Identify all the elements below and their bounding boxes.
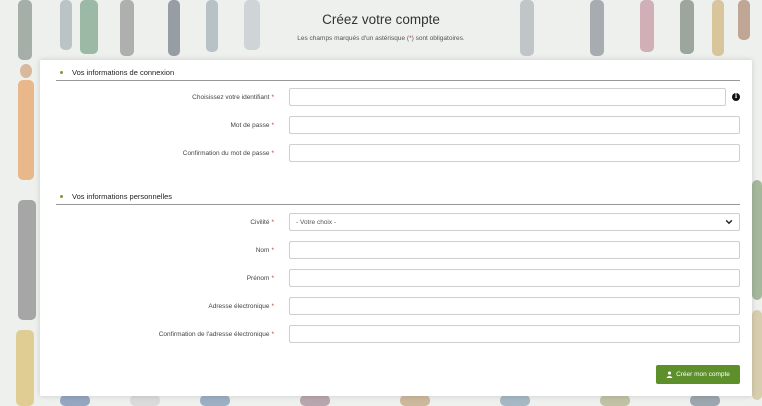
email-label: Adresse électronique * [208,303,274,310]
info-icon[interactable]: i [732,93,740,101]
last-name-label: Nom * [255,247,274,254]
row-civility: Civilité * - Votre choix - [40,213,752,233]
chevron-down-icon [725,219,733,225]
password-confirm-label: Confirmation du mot de passe * [182,150,274,157]
section-personal-info: Vos informations personnelles [56,190,740,205]
first-name-input[interactable] [289,269,740,287]
section-bullet [60,195,63,198]
civility-select[interactable]: - Votre choix - [289,213,740,231]
row-password-confirm: Confirmation du mot de passe * [40,144,752,164]
civility-selected-value: - Votre choix - [296,219,337,226]
email-input[interactable] [289,297,740,315]
username-input[interactable] [289,88,726,106]
username-label: Choisissez votre identifiant * [192,94,274,101]
row-username: Choisissez votre identifiant * i [40,88,752,108]
row-last-name: Nom * [40,241,752,261]
email-confirm-label: Confirmation de l'adresse électronique * [158,331,274,338]
password-confirm-input[interactable] [289,144,740,162]
last-name-input[interactable] [289,241,740,259]
section-title: Vos informations personnelles [72,192,173,201]
create-account-label: Créer mon compte [676,371,730,378]
row-email: Adresse électronique * [40,297,752,317]
row-password: Mot de passe * [40,116,752,136]
row-email-confirm: Confirmation de l'adresse électronique * [40,325,752,345]
page-header: Créez votre compte Les champs marqués d'… [0,0,762,56]
password-label: Mot de passe * [230,122,274,129]
first-name-label: Prénom * [246,275,274,282]
required-fields-note: Les champs marqués d'un astérisque (*) s… [297,35,465,42]
section-title: Vos informations de connexion [72,68,175,77]
page-title: Créez votre compte [322,12,440,27]
section-bullet [60,71,63,74]
email-confirm-input[interactable] [289,325,740,343]
user-icon [666,371,673,378]
section-connection-info: Vos informations de connexion [56,66,740,81]
row-first-name: Prénom * [40,269,752,289]
create-account-button[interactable]: Créer mon compte [656,365,740,384]
password-input[interactable] [289,116,740,134]
registration-form: Vos informations de connexion Choisissez… [40,60,752,396]
civility-label: Civilité * [250,219,274,226]
